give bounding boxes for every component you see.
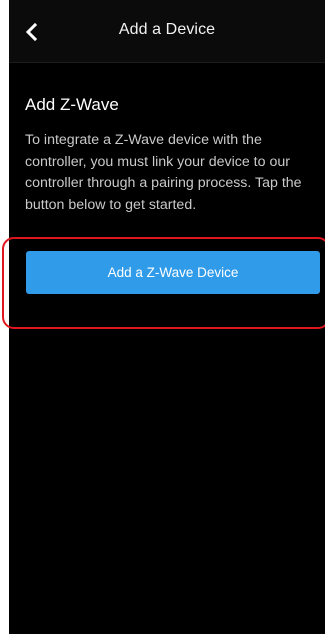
top-bar: Add a Device	[9, 0, 325, 63]
page-title: Add a Device	[118, 21, 216, 38]
section-title: Add Z-Wave	[25, 95, 119, 114]
highlight-annotation	[2, 237, 325, 329]
description-text: To integrate a Z-Wave device with the co…	[25, 132, 302, 213]
